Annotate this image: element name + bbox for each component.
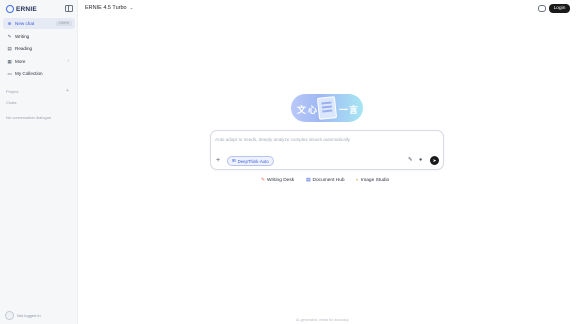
sidebar: ERNIE ⊕ New chat Ctrl+K ✎ Writing ▤ Read…: [0, 0, 78, 324]
quick-action-label: Writing Desk: [267, 178, 295, 183]
quick-action-document-hub[interactable]: ▤ Document Hub: [306, 178, 345, 183]
sidebar-item-label: New chat: [15, 21, 35, 26]
brand[interactable]: ERNIE: [6, 5, 37, 13]
user-profile[interactable]: Not logged in: [5, 311, 41, 320]
deepthink-toggle[interactable]: ⊞ DeepThink·Auto: [227, 156, 274, 166]
document-icon: ▤: [306, 178, 311, 183]
sidebar-toggle-icon[interactable]: [65, 5, 73, 12]
sidebar-item-label: Reading: [15, 46, 33, 52]
hero-glyph: 心: [308, 105, 318, 115]
microphone-icon[interactable]: ●: [419, 157, 422, 164]
hero-glyph: 一: [339, 105, 349, 115]
ernie-logo-icon: [6, 5, 14, 13]
avatar: [5, 311, 14, 320]
disclaimer-text: AI-generated, check for accuracy: [296, 318, 349, 322]
chat-composer: + ⊞ DeepThink·Auto ✎ ● ➤: [210, 130, 444, 170]
sidebar-item-my-collection[interactable]: ▭ My Collection: [3, 68, 75, 79]
deepthink-icon: ⊞: [232, 158, 236, 163]
hero-glyph: 言: [349, 105, 359, 115]
sidebar-item-writing[interactable]: ✎ Writing: [3, 31, 75, 42]
deepthink-label: DeepThink·Auto: [237, 158, 269, 164]
quick-action-label: Image Studio: [360, 178, 390, 183]
pen-icon: ✎: [7, 33, 12, 39]
model-name: ERNIE 4.5 Turbo: [85, 5, 127, 11]
send-button[interactable]: ➤: [430, 156, 439, 165]
add-attachment-button[interactable]: +: [216, 157, 220, 164]
document-card-graphic: [316, 96, 338, 120]
shortcut-badge: Ctrl+K: [56, 21, 72, 26]
book-icon: ▤: [7, 46, 12, 52]
login-button[interactable]: Login: [549, 4, 570, 13]
empty-history-text: No conversation dialogue: [6, 115, 52, 120]
chat-history-icon[interactable]: [538, 5, 546, 12]
quick-action-image-studio[interactable]: ◐ Image Studio: [356, 178, 389, 183]
sidebar-item-more[interactable]: ▦ More ›: [3, 56, 75, 67]
magic-wand-icon[interactable]: ✎: [408, 157, 413, 164]
project-section-label: Project: [6, 89, 19, 94]
chats-section-label: Chats: [6, 100, 17, 105]
prompt-input[interactable]: [215, 135, 441, 144]
add-project-icon[interactable]: +: [66, 88, 69, 94]
sidebar-item-new-chat[interactable]: ⊕ New chat Ctrl+K: [3, 18, 75, 29]
collection-icon: ▭: [7, 71, 12, 77]
sidebar-item-label: My Collection: [15, 71, 43, 77]
new-chat-icon: ⊕: [7, 21, 12, 26]
login-status-text: Not logged in: [17, 313, 41, 318]
chevron-right-icon: ›: [67, 57, 70, 63]
chevron-down-icon: ⌄: [129, 5, 134, 10]
sidebar-nav: ⊕ New chat Ctrl+K ✎ Writing ▤ Reading ▦ …: [3, 18, 75, 81]
quick-action-label: Document Hub: [312, 178, 345, 183]
palette-icon: ◐: [356, 178, 359, 183]
grid-icon: ▦: [7, 58, 12, 64]
ernie-hero-logo: 文 心 一 言: [291, 94, 363, 122]
sidebar-item-label: More: [15, 58, 26, 64]
model-selector[interactable]: ERNIE 4.5 Turbo ⌄: [85, 5, 133, 11]
brand-name: ERNIE: [16, 5, 37, 13]
sidebar-item-label: Writing: [15, 33, 30, 39]
quick-action-writing-desk[interactable]: ✎ Writing Desk: [261, 178, 294, 183]
sidebar-item-reading[interactable]: ▤ Reading: [3, 43, 75, 54]
hero-glyph: 文: [297, 105, 307, 115]
brush-icon: ✎: [261, 178, 266, 183]
